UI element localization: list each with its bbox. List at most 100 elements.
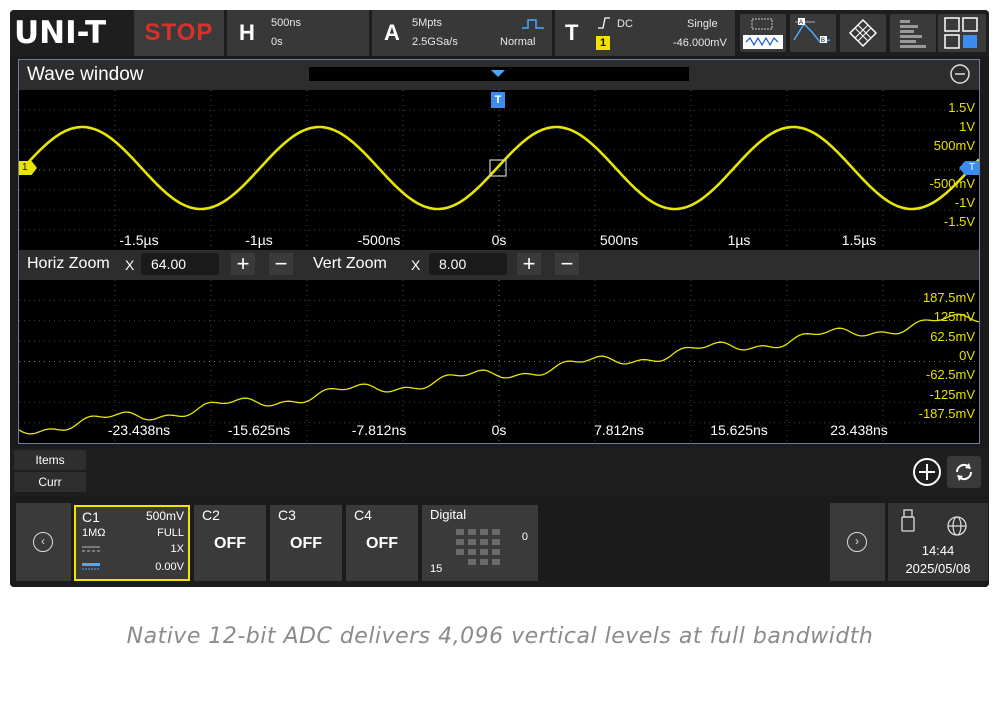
scroll-left-button[interactable]: ‹: [16, 503, 71, 581]
zoom-y-tick-label: 62.5mV: [930, 328, 975, 344]
digital-channel-box[interactable]: Digital 0 15: [422, 505, 538, 581]
oscilloscope-screen: UNI-T STOP H 500ns 0s A 5Mpts 2.5GSa/s N…: [10, 10, 989, 587]
c1-impedance: 1MΩ: [82, 527, 106, 539]
menu-icon[interactable]: [938, 14, 986, 52]
main-waveform-area[interactable]: 1.5V 1V 500mV -500mV -1V -1.5V -1.5µs -1µs -500…: [18, 90, 980, 250]
horiz-zoom-minus-button[interactable]: −: [269, 253, 293, 275]
digital-high-bit: 0: [521, 531, 528, 543]
horizontal-settings[interactable]: H 500ns 0s: [227, 10, 369, 56]
ch1-waveform-trace: [18, 125, 980, 211]
acquire-letter: A: [384, 20, 400, 45]
channel-4-box[interactable]: C4 OFF: [346, 505, 418, 581]
channel-bar: ‹ C1 500mV 1MΩ FULL 1X 0.00V C2 OFF C3 O…: [10, 500, 989, 587]
zoom-x-tick-label: 23.438ns: [830, 422, 888, 438]
vert-zoom-x-label: X: [411, 257, 421, 273]
c3-name: C3: [278, 507, 296, 523]
brand-logo: UNI-T: [14, 15, 107, 51]
top-status-bar: UNI-T STOP H 500ns 0s A 5Mpts 2.5GSa/s N…: [10, 10, 989, 56]
trigger-settings[interactable]: T DC Single -46.000mV: [555, 10, 735, 56]
memory-position-bar[interactable]: [309, 67, 689, 81]
coupling-icon: [82, 546, 100, 552]
pulse-mode-icon: [522, 19, 544, 29]
c3-state: OFF: [290, 535, 322, 552]
horiz-zoom-plus-button[interactable]: +: [231, 253, 255, 275]
main-x-tick-label: 0s: [491, 232, 507, 248]
svg-text:A: A: [799, 20, 803, 26]
timebase-value: 500ns: [271, 17, 301, 29]
chevron-right-icon: ›: [847, 532, 867, 552]
main-y-tick-label: 1V: [959, 119, 975, 134]
scroll-right-button[interactable]: ›: [830, 503, 885, 581]
zoom-y-tick-label: -125mV: [929, 386, 975, 402]
horiz-zoom-x-label: X: [125, 257, 135, 273]
channel-1-box[interactable]: C1 500mV 1MΩ FULL 1X 0.00V: [74, 505, 190, 581]
trigger-sweep-value: Single: [687, 18, 718, 30]
display-icon[interactable]: [840, 14, 886, 52]
zoom-x-tick-label: 0s: [491, 422, 507, 438]
main-x-tick-label: 1µs: [727, 232, 751, 248]
cursor-icon[interactable]: A B: [790, 14, 836, 52]
measurement-items-row: Items Curr: [10, 448, 989, 496]
main-y-tick-label: -1V: [954, 195, 975, 210]
utility-icon[interactable]: [890, 14, 936, 52]
channel-2-box[interactable]: C2 OFF: [194, 505, 266, 581]
caption: Native 12-bit ADC delivers 4,096 vertica…: [126, 624, 874, 649]
main-x-tick-label: 1.5µs: [841, 232, 877, 248]
zoom-waveform-area[interactable]: 187.5mV 125mV 62.5mV 0V -62.5mV -125mV -187.5m…: [18, 280, 980, 443]
channel-3-box[interactable]: C3 OFF: [270, 505, 342, 581]
clock-date: 2025/05/08: [905, 561, 971, 576]
c1-probe: 1X: [170, 543, 184, 555]
trigger-position-marker[interactable]: T: [491, 92, 505, 108]
zoom-waveform-plot: [18, 280, 980, 443]
system-status-box: 14:44 2025/05/08: [888, 503, 988, 581]
main-y-tick-label: 500mV: [933, 138, 975, 153]
measure-icon[interactable]: [740, 14, 786, 52]
main-y-tick-label: -500mV: [929, 176, 975, 191]
vert-zoom-input[interactable]: 8.00: [429, 253, 507, 275]
vert-zoom-label: Vert Zoom: [313, 255, 387, 272]
zoom-x-tick-label: -15.625ns: [227, 422, 291, 438]
zoom-out-icon[interactable]: [949, 63, 971, 85]
refresh-button[interactable]: [947, 456, 981, 488]
trigger-letter: T: [565, 20, 579, 45]
main-waveform-plot: [18, 90, 980, 250]
c1-name: C1: [82, 509, 100, 525]
main-y-tick-label: 1.5V: [948, 100, 975, 115]
zoom-y-tick-label: 187.5mV: [922, 290, 975, 305]
graticule-grid: [19, 280, 979, 443]
digital-grid-icon: [456, 529, 500, 565]
network-globe-icon[interactable]: [946, 515, 968, 537]
zoom-x-tick-label: 7.812ns: [594, 422, 644, 438]
graticule-grid: [19, 90, 979, 250]
refresh-icon: [955, 463, 973, 481]
items-button[interactable]: Items: [14, 450, 86, 470]
rising-edge-icon: [598, 17, 610, 29]
sample-rate-value: 2.5GSa/s: [412, 36, 458, 48]
curr-button[interactable]: Curr: [14, 472, 86, 492]
trigger-level-value: -46.000mV: [673, 37, 727, 49]
main-y-tick-label: -1.5V: [943, 214, 975, 229]
c1-offset: 0.00V: [155, 561, 184, 573]
vert-zoom-plus-button[interactable]: +: [517, 253, 541, 275]
trigger-source-badge: 1: [596, 36, 610, 50]
c4-state: OFF: [366, 535, 398, 552]
svg-text:B: B: [821, 38, 825, 44]
zoom-y-tick-label: -62.5mV: [925, 367, 975, 383]
c1-scale: 500mV: [145, 509, 184, 523]
main-x-tick-label: -1.5µs: [119, 232, 159, 248]
run-stop-button[interactable]: STOP: [134, 10, 224, 56]
main-x-tick-label: 500ns: [599, 232, 639, 248]
c4-name: C4: [354, 507, 372, 523]
digital-low-bit: 15: [430, 563, 443, 575]
acquire-settings[interactable]: A 5Mpts 2.5GSa/s Normal: [372, 10, 552, 56]
zoom-y-tick-label: -187.5mV: [918, 405, 975, 421]
vert-zoom-minus-button[interactable]: −: [555, 253, 579, 275]
horiz-zoom-label: Horiz Zoom: [27, 255, 110, 272]
add-measurement-button[interactable]: [913, 458, 941, 486]
horiz-zoom-input[interactable]: 64.00: [141, 253, 219, 275]
usb-drive-icon[interactable]: [900, 509, 916, 533]
c2-name: C2: [202, 507, 220, 523]
digital-name: Digital: [430, 507, 467, 522]
c2-state: OFF: [214, 535, 246, 552]
horizontal-letter: H: [239, 20, 255, 45]
